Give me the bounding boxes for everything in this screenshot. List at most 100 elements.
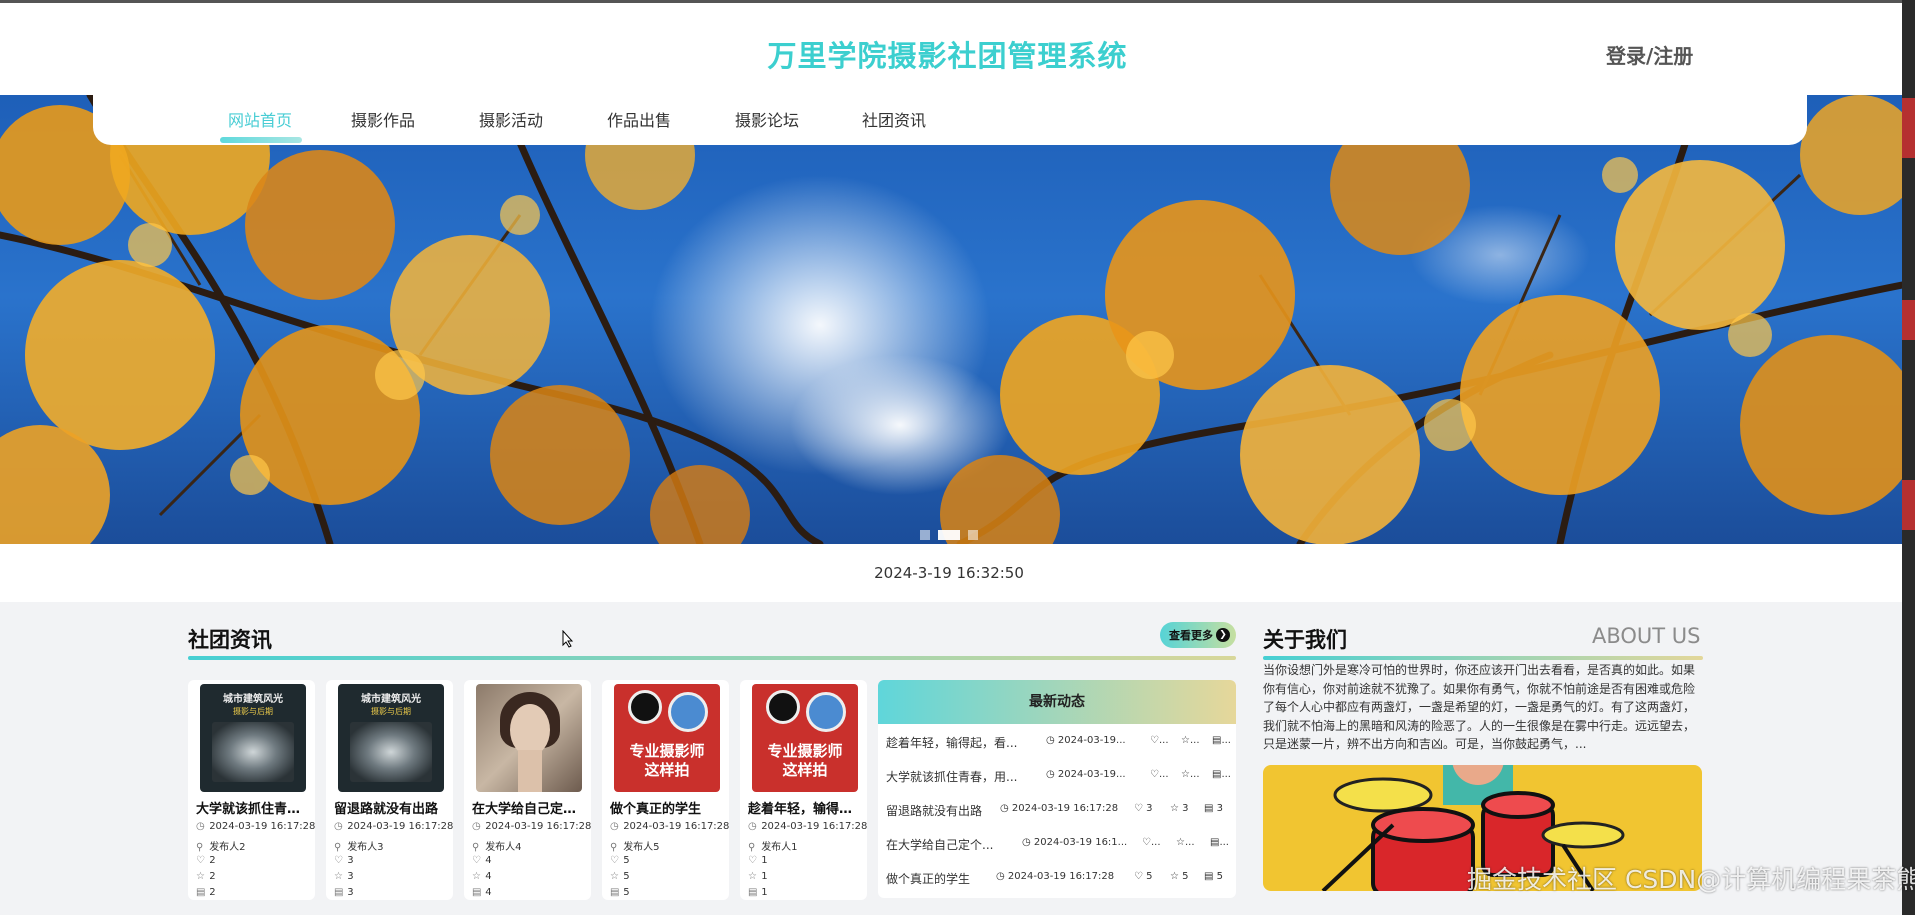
banner-photo (0, 95, 1902, 544)
news-card-views: 5 (623, 887, 630, 898)
nav-item-sales[interactable]: 作品出售 (607, 107, 671, 131)
news-card[interactable]: 在大学给自己定个目标 ◷ 2024-03-19 16:17:28 ⚲ 发布人4 … (464, 680, 591, 900)
latest-news-row[interactable]: 留退路就没有出路 ◷ 2024-03-19 16:17:28 ♡ 3 ☆ 3 ▤… (886, 802, 1230, 822)
news-card-publisher: 发布人3 (347, 842, 384, 853)
news-card-date: 2024-03-19 16:17:28 (761, 821, 868, 832)
user-icon: ⚲ (334, 842, 342, 853)
nav-active-indicator (220, 137, 302, 143)
nav-item-forum[interactable]: 摄影论坛 (735, 107, 799, 131)
cover-title: 城市建筑风光 (361, 694, 421, 705)
latest-news-row-views: ▤ 5 (1204, 871, 1224, 882)
thumbs-up-icon: ♡ (472, 855, 481, 866)
latest-news-row-favorites: ☆ 3 (1170, 803, 1189, 814)
news-card-title: 大学就该抓住青春，用... (196, 802, 310, 817)
news-card-cover: 城市建筑风光 摄影与后期 (200, 684, 306, 792)
news-card-likes: 2 (209, 855, 216, 866)
cover-title: 城市建筑风光 (223, 694, 283, 705)
views-icon: ▤ (472, 887, 482, 898)
news-card-cover: 专业摄影师 这样拍 (752, 684, 858, 792)
latest-news-row-likes: ♡... (1150, 769, 1169, 780)
carousel-dot[interactable] (920, 530, 930, 540)
news-card-date: 2024-03-19 16:17:28 (347, 821, 454, 832)
views-icon: ▤ (610, 887, 620, 898)
news-card-publisher: 发布人2 (209, 842, 246, 853)
news-card-cover (476, 684, 582, 792)
latest-news-row-views: ▤... (1212, 769, 1231, 780)
news-card-views: 1 (761, 887, 768, 898)
news-card-date: 2024-03-19 16:17:28 (209, 821, 316, 832)
star-icon: ☆ (196, 871, 205, 882)
latest-news-row-favorites: ☆... (1176, 837, 1195, 848)
clock-icon: ◷ (748, 821, 757, 832)
star-icon: ☆ (610, 871, 619, 882)
user-icon: ⚲ (610, 842, 618, 853)
clock-icon: ◷ (472, 821, 481, 832)
latest-news-row-title: 在大学给自己定个... (886, 838, 994, 852)
thumbs-up-icon: ♡ (334, 855, 343, 866)
news-card-publisher: 发布人4 (485, 842, 522, 853)
news-card[interactable]: 城市建筑风光 摄影与后期 大学就该抓住青春，用... ◷ 2024-03-19 … (188, 680, 315, 900)
nav-item-news[interactable]: 社团资讯 (862, 107, 926, 131)
latest-news-row-date: ◷ 2024-03-19 16:1... (1022, 837, 1128, 848)
news-card-likes: 5 (623, 855, 630, 866)
news-card-views: 4 (485, 887, 492, 898)
site-header: 万里学院摄影社团管理系统 登录/注册 (0, 3, 1915, 95)
adjacent-window-edge (1902, 0, 1915, 915)
views-icon: ▤ (748, 887, 758, 898)
views-icon: ▤ (196, 887, 206, 898)
star-icon: ☆ (334, 871, 343, 882)
latest-news-row-likes: ♡... (1150, 735, 1169, 746)
latest-news-row-date: ◷ 2024-03-19 16:17:28 (1000, 803, 1119, 814)
cover-subtitle: 摄影与后期 (233, 707, 273, 716)
star-icon: ☆ (472, 871, 481, 882)
news-card-views: 3 (347, 887, 354, 898)
news-card-cover: 专业摄影师 这样拍 (614, 684, 720, 792)
current-datetime: 2024-3-19 16:32:50 (874, 564, 1024, 582)
carousel-dot[interactable] (938, 530, 960, 540)
login-register-link[interactable]: 登录/注册 (1606, 40, 1693, 69)
clock-icon: ◷ (610, 821, 619, 832)
latest-news-row-title: 趁着年轻，输得起，看... (886, 736, 1018, 750)
thumbs-up-icon: ♡ (748, 855, 757, 866)
cover-title: 专业摄影师 这样拍 (629, 742, 705, 779)
nav-item-works[interactable]: 摄影作品 (351, 107, 415, 131)
latest-news-row[interactable]: 趁着年轻，输得起，看... ◷ 2024-03-19... ♡... ☆... … (886, 734, 1231, 754)
news-card-favorites: 2 (209, 871, 216, 882)
news-card-favorites: 4 (485, 871, 492, 882)
latest-news-row-date: ◷ 2024-03-19... (1046, 735, 1126, 746)
user-icon: ⚲ (748, 842, 756, 853)
latest-news-row-likes: ♡... (1142, 837, 1161, 848)
latest-news-row-favorites: ☆... (1181, 769, 1200, 780)
latest-news-row[interactable]: 做个真正的学生 ◷ 2024-03-19 16:17:28 ♡ 5 ☆ 5 ▤ … (886, 870, 1230, 890)
nav-item-home[interactable]: 网站首页 (228, 107, 292, 131)
hero-banner[interactable] (0, 95, 1902, 544)
user-icon: ⚲ (196, 842, 204, 853)
news-card-publisher: 发布人5 (623, 842, 660, 853)
latest-news-row[interactable]: 大学就该抓住青春，用... ◷ 2024-03-19... ♡... ☆... … (886, 768, 1231, 788)
star-icon: ☆ (748, 871, 757, 882)
clock-icon: ◷ (196, 821, 205, 832)
latest-news-row-likes: ♡ 3 (1134, 803, 1153, 814)
news-card-favorites: 3 (347, 871, 354, 882)
main-nav: 网站首页 摄影作品 摄影活动 作品出售 摄影论坛 社团资讯 (93, 95, 1807, 145)
thumbs-up-icon: ♡ (610, 855, 619, 866)
cover-subtitle: 摄影与后期 (371, 707, 411, 716)
view-more-button[interactable]: 查看更多 ❯ (1160, 622, 1236, 648)
news-card-title: 做个真正的学生 (610, 802, 702, 817)
view-more-label: 查看更多 (1169, 629, 1213, 642)
club-news-title: 社团资讯 (188, 628, 272, 652)
user-icon: ⚲ (472, 842, 480, 853)
latest-news-row[interactable]: 在大学给自己定个... ◷ 2024-03-19 16:1... ♡... ☆.… (886, 836, 1230, 856)
news-card[interactable]: 专业摄影师 这样拍 做个真正的学生 ◷ 2024-03-19 16:17:28 … (602, 680, 729, 900)
latest-news-row-title: 做个真正的学生 (886, 872, 971, 886)
latest-news-row-views: ▤... (1210, 837, 1229, 848)
news-card-favorites: 5 (623, 871, 630, 882)
club-news-underline (188, 656, 1236, 660)
news-card-views: 2 (209, 887, 216, 898)
about-title-en: ABOUT US (1592, 624, 1701, 648)
carousel-dot[interactable] (968, 530, 978, 540)
nav-item-activities[interactable]: 摄影活动 (479, 107, 543, 131)
news-card[interactable]: 城市建筑风光 摄影与后期 留退路就没有出路 ◷ 2024-03-19 16:17… (326, 680, 453, 900)
news-card[interactable]: 专业摄影师 这样拍 趁着年轻，输得起，看... ◷ 2024-03-19 16:… (740, 680, 867, 900)
news-card-title: 在大学给自己定个目标 (472, 802, 586, 817)
